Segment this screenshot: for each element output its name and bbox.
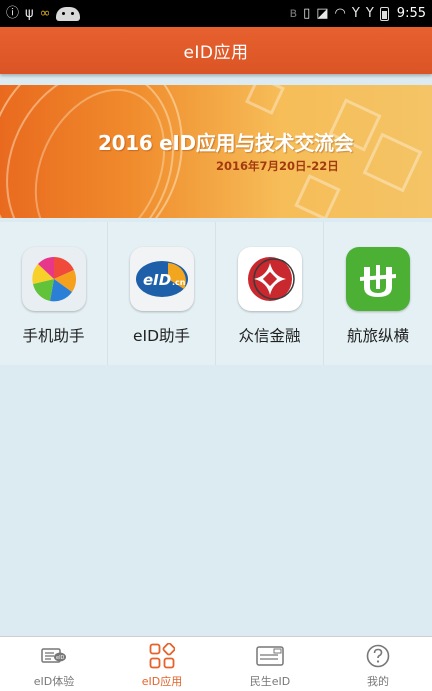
android-icon (56, 6, 81, 21)
nav-tab-mine[interactable]: 我的 (324, 637, 432, 691)
id-card-icon (256, 643, 284, 669)
svg-text:eID: eID (56, 655, 65, 661)
nav-label: 我的 (367, 675, 389, 688)
status-bar: ⓘ ψ ∞ ʙ ▯ ◪ ◠ Y Y 9:55 (0, 0, 432, 27)
eid-card-icon: eID (40, 643, 68, 669)
app-item-phone-assistant[interactable]: 手机助手 (0, 222, 108, 365)
banner-title: 2016 eID应用与技术交流会 (98, 131, 354, 155)
status-time: 9:55 (396, 6, 426, 21)
wifi-icon: ◠ (334, 6, 346, 21)
app-item-eid-assistant[interactable]: eID .cn eID助手 (108, 222, 216, 365)
app-item-hanglv-zongheng[interactable]: 航旅纵横 (324, 222, 432, 365)
zhongxin-finance-icon (237, 247, 302, 311)
battery-icon (379, 6, 389, 21)
app-label: 手机助手 (22, 327, 85, 345)
help-circle-icon (364, 643, 392, 669)
glasses-icon: ∞ (39, 6, 51, 21)
eid-assistant-icon: eID .cn (129, 247, 194, 311)
sim-icon: ◪ (316, 6, 329, 21)
nav-tab-eid-apps[interactable]: eID应用 (108, 637, 216, 691)
phone-assistant-icon (21, 247, 86, 311)
signal-icon: Y (351, 6, 360, 21)
nav-tab-eid-experience[interactable]: eID eID体验 (0, 637, 108, 691)
bottom-nav: eID eID体验 eID应用 民生eID 我的 (0, 636, 432, 691)
signal-icon: Y (365, 6, 374, 21)
nav-label: eID体验 (33, 675, 75, 688)
banner-decoration (294, 174, 341, 218)
nav-tab-minsheng-eid[interactable]: 民生eID (216, 637, 324, 691)
app-label: 众信金融 (238, 327, 301, 345)
event-banner[interactable]: 2016 eID应用与技术交流会 2016年7月20日-22日 (0, 85, 432, 218)
nav-label: 民生eID (249, 675, 291, 688)
svg-text:eID: eID (143, 271, 171, 289)
usb-icon: ψ (25, 6, 34, 21)
banner-decoration (245, 85, 285, 115)
hanglv-zongheng-icon (346, 247, 410, 311)
grid-apps-icon (148, 643, 176, 669)
app-label: 航旅纵横 (346, 327, 409, 345)
svg-text:.cn: .cn (172, 278, 186, 287)
banner-decoration (362, 132, 423, 193)
app-item-zhongxin-finance[interactable]: 众信金融 (216, 222, 324, 365)
app-label: eID助手 (132, 327, 191, 345)
page-title: eID应用 (183, 43, 249, 63)
vibrate-icon: ▯ (303, 6, 311, 21)
info-icon: ⓘ (6, 6, 20, 21)
nav-label: eID应用 (141, 675, 183, 688)
banner-date: 2016年7月20日-22日 (216, 159, 339, 173)
header-bar: eID应用 (0, 27, 432, 74)
bluetooth-icon: ʙ (289, 6, 298, 21)
app-grid: 手机助手 eID .cn eID助手 众信金融 航旅纵横 (0, 222, 432, 365)
